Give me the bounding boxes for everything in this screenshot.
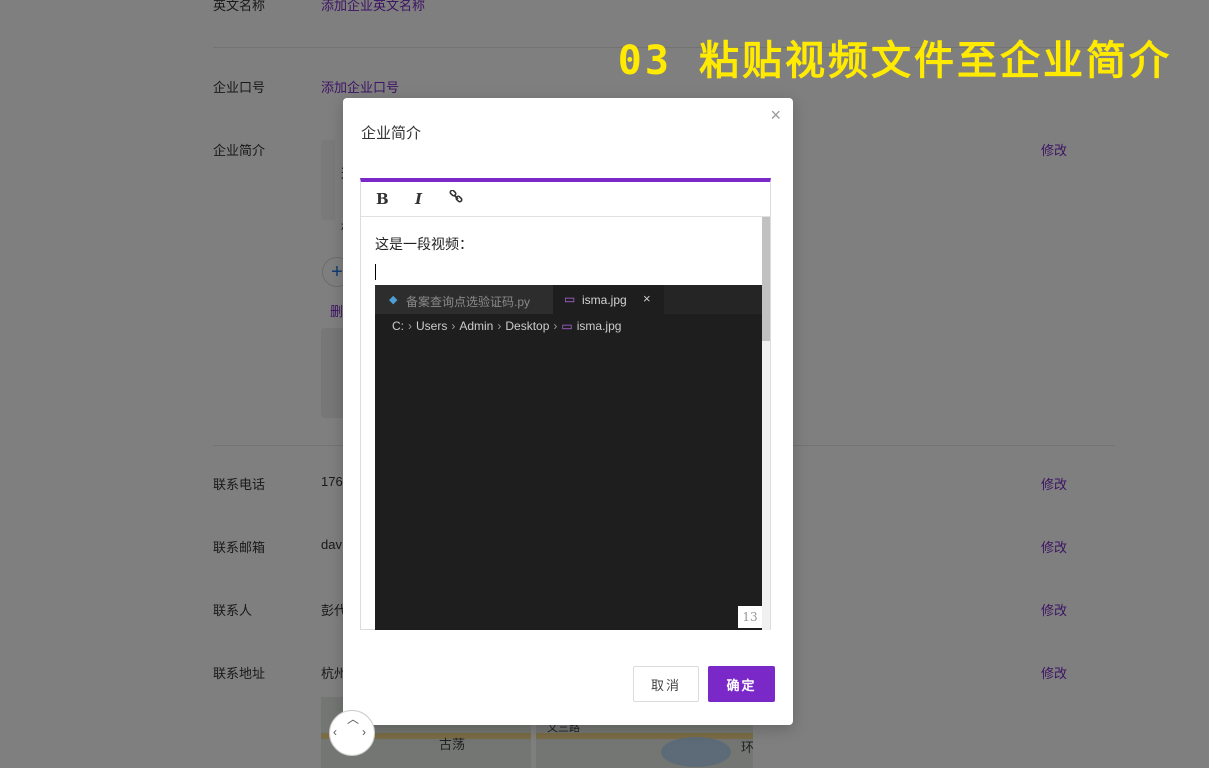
- pan-left-icon[interactable]: ‹: [333, 725, 337, 739]
- italic-button[interactable]: I: [415, 190, 422, 208]
- image-zoom-badge: 13: [738, 606, 762, 628]
- chevron-right-icon: ›: [451, 319, 456, 333]
- chevron-right-icon: ›: [497, 319, 502, 333]
- image-breadcrumb: C: › Users › Admin › Desktop › ▭ isma.jpg: [392, 319, 621, 333]
- close-icon[interactable]: ×: [770, 105, 781, 126]
- crumb: C:: [392, 319, 404, 333]
- crumb: Desktop: [505, 319, 550, 333]
- editor-scrollbar-thumb[interactable]: [762, 217, 770, 341]
- python-file-icon: ◆: [389, 294, 398, 306]
- pan-up-icon[interactable]: ︿: [347, 710, 359, 727]
- confirm-button[interactable]: 确定: [708, 666, 775, 702]
- image-file-icon: ▭: [564, 292, 576, 306]
- pan-right-icon[interactable]: ›: [362, 725, 366, 739]
- text-cursor: [375, 264, 376, 280]
- editor-toolbar: B I: [361, 182, 770, 217]
- bold-button[interactable]: B: [376, 190, 389, 208]
- rich-text-editor[interactable]: B I 这是一段视频： ◆ 备案查询点选验证码.py ▭ isma.jpg × …: [360, 178, 771, 630]
- image-tab: ◆ 备案查询点选验证码.py: [375, 285, 553, 314]
- editor-content[interactable]: 这是一段视频： ◆ 备案查询点选验证码.py ▭ isma.jpg × C: › U…: [361, 217, 762, 630]
- image-tab-label: isma.jpg: [582, 293, 627, 307]
- editor-text: 这是一段视频：: [375, 236, 473, 252]
- image-file-icon: ▭: [561, 319, 573, 333]
- chevron-right-icon: ›: [553, 319, 558, 333]
- map-pan-control[interactable]: ︿ ‹ ›: [329, 710, 375, 756]
- dialog-title: 企业简介: [361, 125, 422, 142]
- cancel-button[interactable]: 取消: [633, 666, 699, 702]
- intro-edit-dialog: 企业简介 × B I 这是一段视频： ◆ 备案查询点选验证码.py ▭ isma…: [343, 98, 793, 725]
- pasted-image[interactable]: ◆ 备案查询点选验证码.py ▭ isma.jpg × C: › Users › Adm…: [375, 285, 762, 630]
- step-caption: 03 粘贴视频文件至企业简介: [617, 38, 1172, 84]
- link-icon[interactable]: [449, 189, 463, 208]
- chevron-right-icon: ›: [408, 319, 412, 333]
- crumb: Admin: [459, 319, 494, 333]
- crumb: isma.jpg: [576, 319, 622, 333]
- tab-close-icon: ×: [643, 291, 651, 306]
- crumb: Users: [416, 319, 448, 333]
- image-tab-bar: ◆ 备案查询点选验证码.py ▭ isma.jpg ×: [375, 285, 762, 314]
- image-tab-active: ▭ isma.jpg ×: [553, 285, 664, 314]
- image-tab-label: 备案查询点选验证码.py: [406, 295, 531, 309]
